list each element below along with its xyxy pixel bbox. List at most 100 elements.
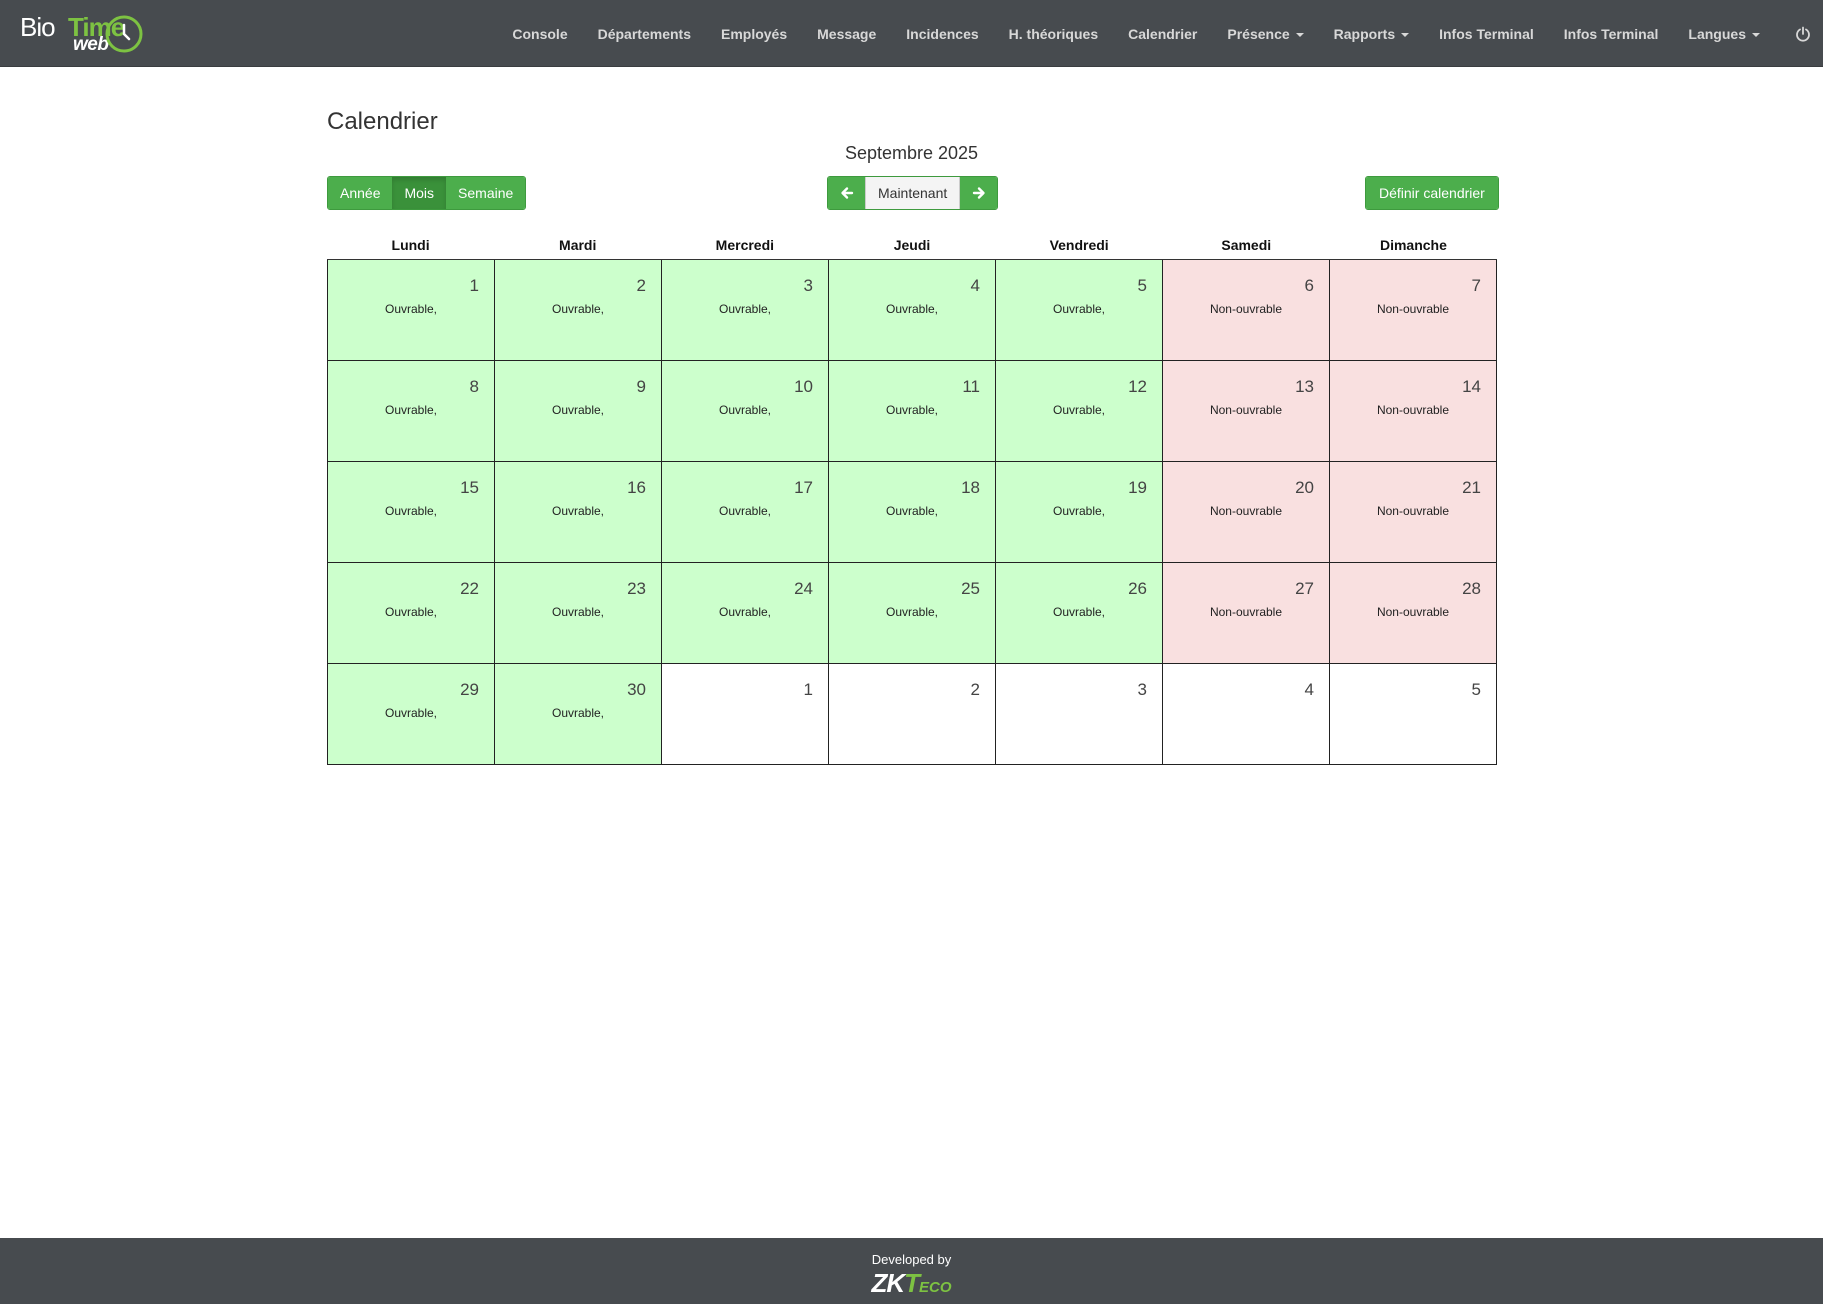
- calendar-day-cell[interactable]: 4 Ouvrable,: [829, 260, 996, 361]
- day-type-label: Ouvrable,: [1052, 605, 1106, 619]
- day-number: 5: [1137, 276, 1147, 295]
- day-number: 18: [961, 478, 980, 497]
- day-type-label: Ouvrable,: [718, 504, 772, 518]
- calendar-day-cell[interactable]: 22 Ouvrable,: [328, 563, 495, 664]
- nav-item-label: Employés: [720, 25, 788, 42]
- calendar-day-cell[interactable]: 11 Ouvrable,: [829, 361, 996, 462]
- zkteco-logo[interactable]: ZKTECO: [0, 1268, 1823, 1299]
- view-year-button[interactable]: Année: [328, 177, 393, 209]
- day-number: 14: [1462, 377, 1481, 396]
- day-number: 16: [627, 478, 646, 497]
- arrow-left-icon: [840, 187, 853, 199]
- day-type-label: Non-ouvrable: [1209, 605, 1283, 619]
- calendar-day-cell[interactable]: 5: [1330, 664, 1497, 765]
- calendar-day-cell[interactable]: 1 Ouvrable,: [328, 260, 495, 361]
- calendar-day-cell[interactable]: 29 Ouvrable,: [328, 664, 495, 765]
- footer: Developed by ZKTECO: [0, 1238, 1823, 1304]
- day-number: 15: [460, 478, 479, 497]
- calendar-day-cell[interactable]: 28 Non-ouvrable: [1330, 563, 1497, 664]
- calendar-day-cell[interactable]: 5 Ouvrable,: [996, 260, 1163, 361]
- zkteco-logo-t: T: [904, 1268, 920, 1298]
- top-navbar: Bio Time web Console Départements Employés…: [0, 0, 1823, 67]
- day-number: 25: [961, 579, 980, 598]
- day-number: 20: [1295, 478, 1314, 497]
- previous-button[interactable]: [828, 177, 865, 209]
- nav-item-h-théoriques[interactable]: H. théoriques: [994, 26, 1113, 42]
- day-number: 3: [803, 276, 813, 295]
- nav-item-label: Infos Terminal: [1439, 25, 1534, 42]
- calendar-day-cell[interactable]: 2 Ouvrable,: [495, 260, 662, 361]
- calendar-day-cell[interactable]: 10 Ouvrable,: [662, 361, 829, 462]
- calendar-day-cell[interactable]: 2: [829, 664, 996, 765]
- today-button[interactable]: Maintenant: [865, 177, 961, 209]
- calendar-grid: 1 Ouvrable, 2 Ouvrable, 3 Ouvrable, 4 Ouvrable,…: [327, 260, 1497, 765]
- view-week-button[interactable]: Semaine: [446, 177, 526, 209]
- calendar-day-cell[interactable]: 20 Non-ouvrable: [1163, 462, 1330, 563]
- calendar-day-cell[interactable]: 9 Ouvrable,: [495, 361, 662, 462]
- day-number: 21: [1462, 478, 1481, 497]
- calendar-day-cell[interactable]: 23 Ouvrable,: [495, 563, 662, 664]
- calendar-day-cell[interactable]: 8 Ouvrable,: [328, 361, 495, 462]
- nav-item-infos-terminal[interactable]: Infos Terminal: [1549, 26, 1674, 42]
- nav-item-langues[interactable]: Langues: [1673, 26, 1775, 42]
- calendar-day-cell[interactable]: 18 Ouvrable,: [829, 462, 996, 563]
- weekday-label: Jeudi: [893, 237, 931, 253]
- nav-item-départements[interactable]: Départements: [583, 26, 706, 42]
- calendar-day-cell[interactable]: 17 Ouvrable,: [662, 462, 829, 563]
- day-type-label: Ouvrable,: [551, 706, 605, 720]
- caret-down-icon: [1752, 32, 1760, 37]
- define-calendar-button[interactable]: Définir calendrier: [1366, 177, 1498, 209]
- nav-item-calendrier[interactable]: Calendrier: [1113, 26, 1212, 42]
- day-number: 24: [794, 579, 813, 598]
- nav-item-présence[interactable]: Présence: [1212, 26, 1318, 42]
- day-number: 30: [627, 680, 646, 699]
- weekday-label: Mardi: [559, 237, 597, 253]
- power-icon[interactable]: [1795, 26, 1811, 42]
- day-type-label: Ouvrable,: [551, 605, 605, 619]
- nav-item-label: Message: [817, 25, 877, 42]
- nav-item-label: H. théoriques: [1008, 25, 1099, 42]
- day-type-label: Ouvrable,: [384, 706, 438, 720]
- calendar-day-cell[interactable]: 27 Non-ouvrable: [1163, 563, 1330, 664]
- day-type-label: Ouvrable,: [718, 605, 772, 619]
- nav-item-label: Rapports: [1333, 25, 1396, 42]
- calendar-day-cell[interactable]: 4: [1163, 664, 1330, 765]
- calendar-day-cell[interactable]: 19 Ouvrable,: [996, 462, 1163, 563]
- caret-down-icon: [1401, 32, 1410, 37]
- nav-item-employés[interactable]: Employés: [706, 26, 802, 42]
- view-month-button[interactable]: Mois: [392, 177, 447, 209]
- calendar-day-cell[interactable]: 16 Ouvrable,: [495, 462, 662, 563]
- calendar-day-cell[interactable]: 26 Ouvrable,: [996, 563, 1163, 664]
- calendar-day-cell[interactable]: 1: [662, 664, 829, 765]
- nav-item-console[interactable]: Console: [497, 26, 582, 42]
- calendar-day-cell[interactable]: 24 Ouvrable,: [662, 563, 829, 664]
- weekday-label: Lundi: [391, 237, 430, 253]
- nav-item-infos-terminal[interactable]: Infos Terminal: [1424, 26, 1549, 42]
- calendar-day-cell[interactable]: 3: [996, 664, 1163, 765]
- calendar-day-cell[interactable]: 12 Ouvrable,: [996, 361, 1163, 462]
- day-number: 4: [1304, 680, 1314, 699]
- day-number: 28: [1462, 579, 1481, 598]
- calendar-day-cell[interactable]: 7 Non-ouvrable: [1330, 260, 1497, 361]
- calendar-day-cell[interactable]: 3 Ouvrable,: [662, 260, 829, 361]
- weekday-label: Samedi: [1221, 237, 1272, 253]
- nav-item-rapports[interactable]: Rapports: [1319, 26, 1424, 42]
- view-switcher: Année Mois Semaine: [327, 176, 527, 210]
- day-type-label: Ouvrable,: [885, 504, 939, 518]
- calendar-day-cell[interactable]: 15 Ouvrable,: [328, 462, 495, 563]
- calendar-day-cell[interactable]: 21 Non-ouvrable: [1330, 462, 1497, 563]
- next-button[interactable]: [960, 177, 998, 209]
- calendar-day-cell[interactable]: 30 Ouvrable,: [495, 664, 662, 765]
- nav-item-message[interactable]: Message: [802, 26, 891, 42]
- day-type-label: Ouvrable,: [718, 302, 772, 316]
- calendar-day-cell[interactable]: 14 Non-ouvrable: [1330, 361, 1497, 462]
- day-number: 29: [460, 680, 479, 699]
- day-number: 11: [962, 377, 980, 396]
- day-type-label: Ouvrable,: [1052, 302, 1106, 316]
- calendar-day-cell[interactable]: 6 Non-ouvrable: [1163, 260, 1330, 361]
- nav-item-incidences[interactable]: Incidences: [891, 26, 993, 42]
- calendar-day-cell[interactable]: 25 Ouvrable,: [829, 563, 996, 664]
- biotime-logo[interactable]: Bio Time web: [20, 8, 145, 56]
- day-type-label: Ouvrable,: [384, 403, 438, 417]
- calendar-day-cell[interactable]: 13 Non-ouvrable: [1163, 361, 1330, 462]
